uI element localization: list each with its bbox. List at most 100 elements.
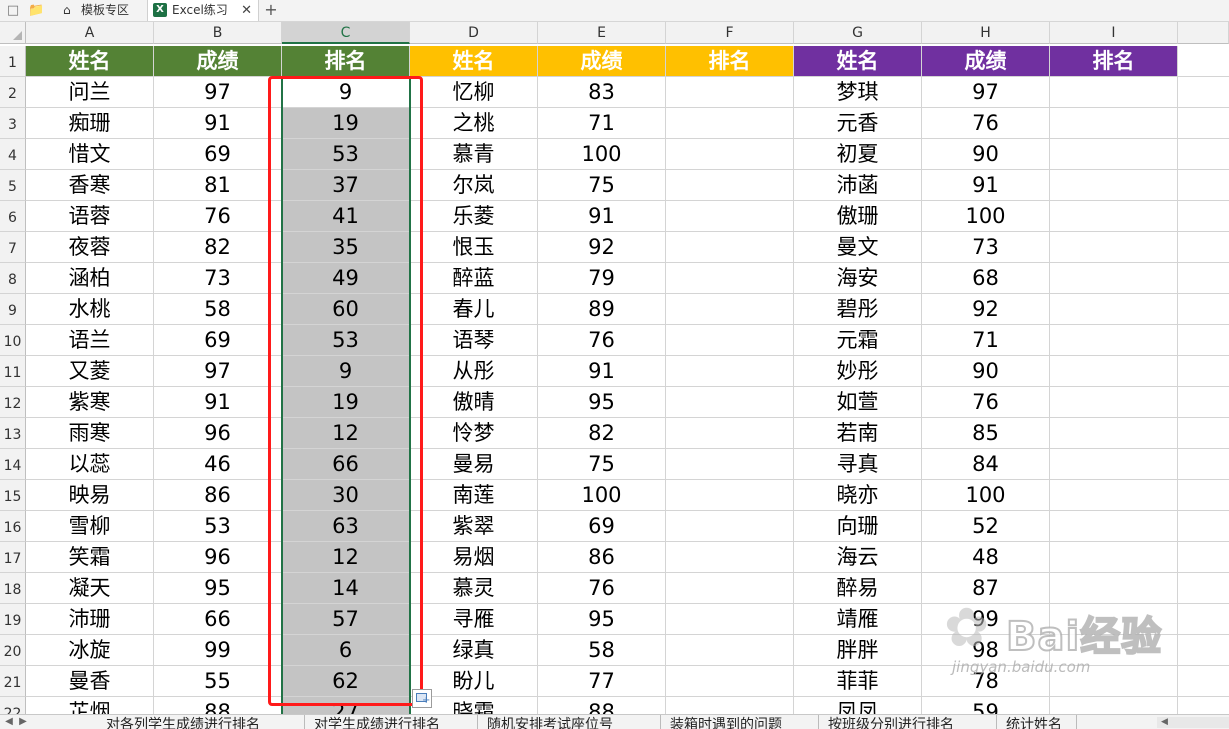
table-cell[interactable]: 向珊 [794,511,922,542]
table-cell[interactable] [1050,418,1178,449]
table-cell[interactable]: 92 [538,232,666,263]
header-cell[interactable]: 排名 [282,46,410,77]
empty-cell[interactable] [1178,139,1229,170]
table-cell[interactable]: 雪柳 [26,511,154,542]
column-header-e[interactable]: E [538,22,666,44]
column-header-i[interactable]: I [1050,22,1178,44]
table-cell[interactable]: 涵柏 [26,263,154,294]
table-cell[interactable]: 87 [922,573,1050,604]
table-cell[interactable]: 100 [538,139,666,170]
table-cell[interactable]: 之桃 [410,108,538,139]
table-cell[interactable] [666,666,794,697]
table-cell[interactable]: 雨寒 [26,418,154,449]
table-cell[interactable]: 76 [922,387,1050,418]
row-header-1[interactable]: 1 [0,46,26,77]
row-header-10[interactable]: 10 [0,325,26,356]
row-header-21[interactable]: 21 [0,666,26,697]
table-cell[interactable] [666,201,794,232]
table-cell[interactable]: 77 [538,666,666,697]
empty-cell[interactable] [1178,77,1229,108]
table-cell[interactable]: 71 [922,325,1050,356]
table-cell[interactable]: 沛珊 [26,604,154,635]
table-cell[interactable]: 醉易 [794,573,922,604]
table-cell[interactable]: 沛菡 [794,170,922,201]
column-header-b[interactable]: B [154,22,282,44]
table-cell[interactable]: 96 [154,418,282,449]
table-cell[interactable]: 85 [922,418,1050,449]
table-cell[interactable]: 88 [154,697,282,714]
table-cell[interactable]: 90 [922,139,1050,170]
table-cell[interactable]: 痴珊 [26,108,154,139]
table-cell[interactable] [1050,356,1178,387]
header-cell[interactable]: 成绩 [154,46,282,77]
sheet-nav-prev-icon[interactable]: ◀ [2,715,16,729]
row-header-7[interactable]: 7 [0,232,26,263]
table-cell[interactable]: 傲晴 [410,387,538,418]
table-cell[interactable]: 碧彤 [794,294,922,325]
table-cell[interactable]: 91 [922,170,1050,201]
table-cell[interactable]: 76 [538,325,666,356]
table-cell[interactable]: 73 [922,232,1050,263]
row-header-5[interactable]: 5 [0,170,26,201]
table-cell[interactable] [1050,294,1178,325]
table-cell[interactable]: 86 [538,542,666,573]
table-cell[interactable]: 如萱 [794,387,922,418]
table-cell[interactable]: 元香 [794,108,922,139]
header-cell[interactable]: 姓名 [410,46,538,77]
empty-cell[interactable] [1178,449,1229,480]
empty-cell[interactable] [1178,232,1229,263]
table-cell[interactable]: 怜梦 [410,418,538,449]
table-cell[interactable]: 76 [154,201,282,232]
header-cell[interactable]: 姓名 [26,46,154,77]
table-cell[interactable] [666,170,794,201]
horizontal-scrollbar[interactable]: ◀ [1157,717,1229,728]
empty-cell[interactable] [1178,697,1229,714]
table-cell[interactable] [666,635,794,666]
table-cell[interactable] [666,77,794,108]
column-header-f[interactable]: F [666,22,794,44]
table-cell[interactable] [666,573,794,604]
table-cell[interactable]: 97 [922,77,1050,108]
table-cell[interactable]: 慕灵 [410,573,538,604]
table-cell[interactable]: 冰旋 [26,635,154,666]
table-cell[interactable]: 香寒 [26,170,154,201]
table-cell[interactable] [666,697,794,714]
table-cell[interactable]: 75 [538,170,666,201]
table-cell[interactable]: 76 [922,108,1050,139]
empty-cell[interactable] [1178,46,1229,77]
table-cell[interactable]: 寻雁 [410,604,538,635]
table-cell[interactable]: 曼香 [26,666,154,697]
table-cell[interactable] [1050,170,1178,201]
table-cell[interactable]: 语兰 [26,325,154,356]
row-header-20[interactable]: 20 [0,635,26,666]
table-cell[interactable]: 84 [922,449,1050,480]
table-cell[interactable] [1050,449,1178,480]
table-cell[interactable]: 若南 [794,418,922,449]
table-cell[interactable] [666,387,794,418]
table-cell[interactable]: 傲珊 [794,201,922,232]
quick-analysis-icon[interactable] [412,689,432,708]
table-cell[interactable]: 83 [538,77,666,108]
table-cell[interactable]: 82 [538,418,666,449]
table-cell[interactable] [1050,387,1178,418]
table-cell[interactable] [666,356,794,387]
table-cell[interactable]: 73 [154,263,282,294]
table-cell[interactable] [666,480,794,511]
table-cell[interactable] [666,418,794,449]
table-cell[interactable]: 46 [154,449,282,480]
table-cell[interactable]: 89 [538,294,666,325]
table-cell[interactable]: 晓亦 [794,480,922,511]
header-cell[interactable]: 成绩 [538,46,666,77]
table-cell[interactable]: 100 [922,480,1050,511]
select-all-button[interactable] [0,22,26,44]
table-cell[interactable]: 尔岚 [410,170,538,201]
table-cell[interactable]: 曼易 [410,449,538,480]
table-cell[interactable]: 95 [538,604,666,635]
table-cell[interactable]: 92 [922,294,1050,325]
table-cell[interactable]: 76 [538,573,666,604]
header-cell[interactable]: 姓名 [794,46,922,77]
table-cell[interactable]: 91 [154,108,282,139]
empty-cell[interactable] [1178,325,1229,356]
table-cell[interactable]: 初夏 [794,139,922,170]
table-cell[interactable]: 映易 [26,480,154,511]
